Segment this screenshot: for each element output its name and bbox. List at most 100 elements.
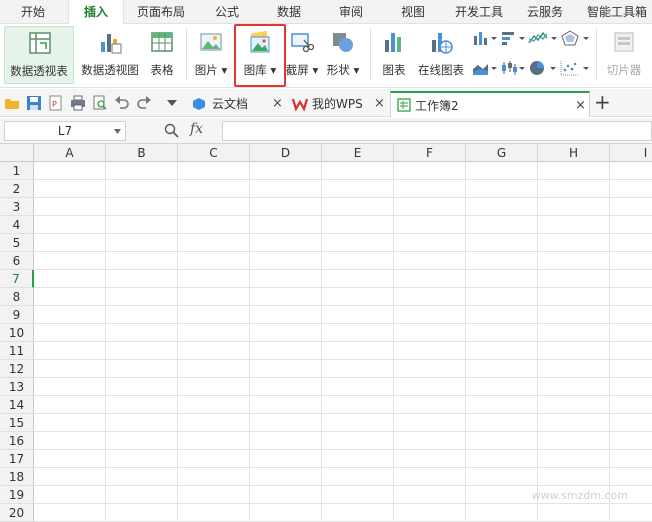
- row-header-3[interactable]: 3: [0, 198, 34, 216]
- table-label: 表格: [150, 63, 174, 77]
- tab-formulas[interactable]: 公式: [200, 0, 254, 24]
- insert-function-button[interactable]: fx: [190, 121, 203, 137]
- tab-workbook[interactable]: 工作簿2 ×: [390, 91, 590, 117]
- column-header-d[interactable]: D: [250, 144, 322, 162]
- online-chart-icon: [432, 33, 453, 54]
- row-header-5[interactable]: 5: [0, 234, 34, 252]
- print-icon[interactable]: [70, 95, 86, 111]
- cloud-docs-icon: [193, 98, 205, 110]
- name-box[interactable]: L7: [4, 121, 126, 141]
- tab-cloud-service[interactable]: 云服务: [516, 0, 574, 24]
- grid-column-line: [465, 162, 466, 522]
- tab-smart-toolbox[interactable]: 智能工具箱: [582, 0, 652, 24]
- select-all-corner[interactable]: [0, 144, 34, 162]
- row-header-11[interactable]: 11: [0, 342, 34, 360]
- tab-view[interactable]: 视图: [386, 0, 440, 24]
- tab-cloud-docs[interactable]: 云文档 ×: [186, 91, 286, 117]
- column-header-b[interactable]: B: [106, 144, 178, 162]
- column-chart-icon[interactable]: [472, 30, 498, 46]
- save-icon[interactable]: [26, 95, 42, 111]
- picture-button[interactable]: 图片 ▾: [190, 26, 232, 84]
- row-header-14[interactable]: 14: [0, 396, 34, 414]
- row-header-18[interactable]: 18: [0, 468, 34, 486]
- ribbon-separator: [186, 28, 187, 80]
- spreadsheet-grid[interactable]: ABCDEFGHI 1 2 3 4 5 6 7 8 9 10 11 12 13 14 15 16 17 18 19 2…: [0, 144, 652, 522]
- row-header-17[interactable]: 17: [0, 450, 34, 468]
- tab-insert[interactable]: 插入: [68, 0, 124, 25]
- open-folder-icon[interactable]: [4, 95, 20, 111]
- svg-text:P: P: [52, 100, 57, 109]
- screenshot-button[interactable]: 截屏 ▾: [284, 26, 320, 84]
- export-pdf-icon[interactable]: P: [48, 95, 64, 111]
- radar-chart-icon[interactable]: [560, 30, 590, 46]
- tab-my-wps[interactable]: 我的WPS ×: [288, 91, 388, 117]
- chart-label: 图表: [382, 63, 406, 77]
- row-header-10[interactable]: 10: [0, 324, 34, 342]
- new-tab-button[interactable]: +: [594, 90, 611, 114]
- grid-column-line: [609, 162, 610, 522]
- grid-row-line: [34, 485, 652, 486]
- area-chart-icon[interactable]: [472, 60, 498, 76]
- online-chart-button[interactable]: 在线图表: [414, 26, 468, 84]
- grid-row-line: [34, 395, 652, 396]
- grid-row-line: [34, 413, 652, 414]
- column-header-g[interactable]: G: [466, 144, 538, 162]
- tab-home[interactable]: 开始: [6, 0, 60, 24]
- row-header-8[interactable]: 8: [0, 288, 34, 306]
- row-header-20[interactable]: 20: [0, 504, 34, 522]
- ribbon: 数据透视表 数据透视图 表格 图片 ▾ 图库 ▾ 截屏 ▾ 形状 ▾ 图表 在线…: [0, 24, 652, 88]
- row-header-6[interactable]: 6: [0, 252, 34, 270]
- row-header-2[interactable]: 2: [0, 180, 34, 198]
- column-header-e[interactable]: E: [322, 144, 394, 162]
- grid-row-line: [34, 179, 652, 180]
- row-header-7[interactable]: 7: [0, 270, 34, 288]
- table-button[interactable]: 表格: [144, 26, 180, 84]
- gallery-highlight-box: [234, 24, 286, 87]
- row-header-16[interactable]: 16: [0, 432, 34, 450]
- row-header-19[interactable]: 19: [0, 486, 34, 504]
- row-header-12[interactable]: 12: [0, 360, 34, 378]
- row-header-15[interactable]: 15: [0, 414, 34, 432]
- chart-button[interactable]: 图表: [376, 26, 412, 84]
- close-tab-icon[interactable]: ×: [575, 93, 586, 119]
- customize-dropdown-icon[interactable]: [166, 99, 178, 107]
- undo-icon[interactable]: [114, 95, 130, 111]
- pivot-table-button[interactable]: 数据透视表: [4, 26, 74, 84]
- close-tab-icon[interactable]: ×: [272, 91, 283, 117]
- column-header-c[interactable]: C: [178, 144, 250, 162]
- cell-reference: L7: [57, 124, 73, 138]
- column-header-a[interactable]: A: [34, 144, 106, 162]
- slicer-button[interactable]: 切片器: [600, 26, 648, 84]
- row-header-1[interactable]: 1: [0, 162, 34, 180]
- column-header-i[interactable]: I: [610, 144, 652, 162]
- grid-column-line: [177, 162, 178, 522]
- ribbon-separator: [596, 28, 597, 80]
- tab-developer[interactable]: 开发工具: [448, 0, 510, 24]
- scatter-chart-icon[interactable]: [560, 60, 590, 76]
- tab-review[interactable]: 审阅: [324, 0, 378, 24]
- screenshot-label: 截屏 ▾: [285, 63, 319, 77]
- pivot-chart-button[interactable]: 数据透视图: [78, 26, 142, 84]
- column-header-h[interactable]: H: [538, 144, 610, 162]
- stock-chart-icon[interactable]: [500, 60, 526, 76]
- tab-page-layout[interactable]: 页面布局: [130, 0, 192, 24]
- zoom-icon[interactable]: [164, 123, 179, 138]
- online-chart-label: 在线图表: [418, 63, 464, 77]
- formula-input[interactable]: [222, 121, 652, 141]
- close-tab-icon[interactable]: ×: [374, 91, 385, 117]
- shapes-label: 形状 ▾: [326, 63, 360, 77]
- pie-chart-icon[interactable]: [528, 60, 558, 76]
- grid-row-line: [34, 197, 652, 198]
- tab-data[interactable]: 数据: [262, 0, 316, 24]
- row-header-13[interactable]: 13: [0, 378, 34, 396]
- line-chart-icon[interactable]: [528, 30, 558, 46]
- bar-chart-icon[interactable]: [500, 30, 526, 46]
- print-preview-icon[interactable]: [92, 95, 108, 111]
- shapes-button[interactable]: 形状 ▾: [324, 26, 362, 84]
- row-header-4[interactable]: 4: [0, 216, 34, 234]
- column-header-f[interactable]: F: [394, 144, 466, 162]
- menu-tab-bar: 开始 插入 页面布局 公式 数据 审阅 视图 开发工具 云服务 智能工具箱: [0, 0, 652, 25]
- row-header-9[interactable]: 9: [0, 306, 34, 324]
- redo-icon[interactable]: [136, 95, 152, 111]
- grid-row-line: [34, 251, 652, 252]
